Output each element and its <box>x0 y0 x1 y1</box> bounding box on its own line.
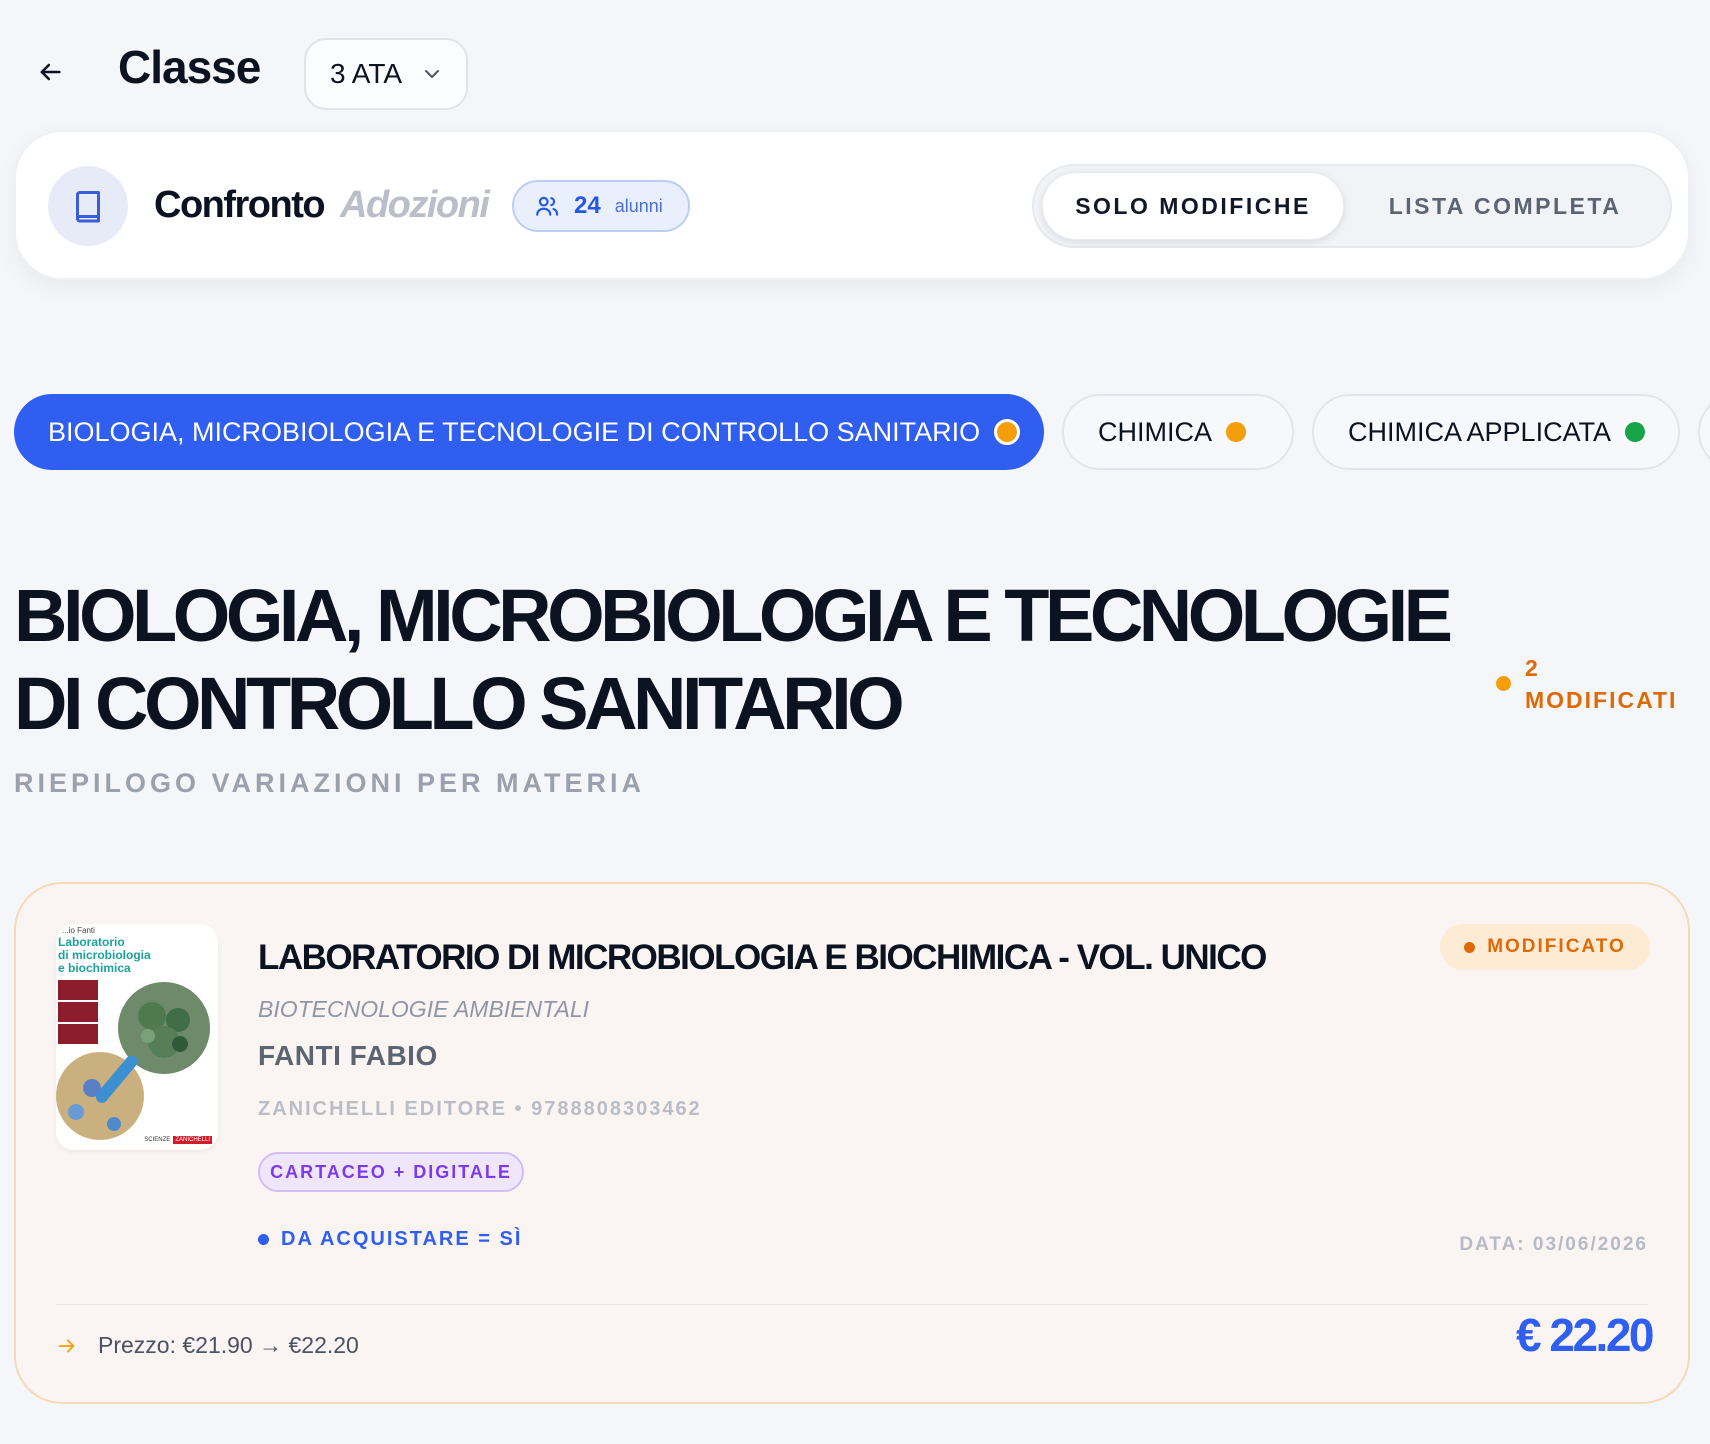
status-dot-icon <box>1226 422 1246 442</box>
back-arrow-icon <box>40 63 61 81</box>
book-badge <box>48 166 128 246</box>
cover-illustration <box>56 982 210 1140</box>
subject-tab-label: BIOLOGIA, MICROBIOLOGIA E TECNOLOGIE DI … <box>48 416 981 447</box>
toggle-lista-completa[interactable]: LISTA COMPLETA <box>1350 172 1660 240</box>
compare-title-accent: Adozioni <box>340 184 490 226</box>
compare-card: Confronto Adozioni 24 alunni SOLO MODIFI… <box>14 130 1690 280</box>
divider <box>56 1304 1648 1305</box>
status-badge: MODIFICATO <box>1440 924 1650 970</box>
students-count: 24 <box>574 192 601 219</box>
subject-tab-more[interactable] <box>1698 394 1710 470</box>
back-button[interactable] <box>30 52 70 92</box>
price-change-label: Prezzo: €21.90 → €22.20 <box>98 1332 359 1358</box>
class-select[interactable]: 3 ATA <box>304 38 468 110</box>
status-dot-icon <box>1625 422 1646 442</box>
subject-tab-biologia[interactable]: BIOLOGIA, MICROBIOLOGIA E TECNOLOGIE DI … <box>14 394 1044 470</box>
book-date: DATA: 03/06/2026 <box>1459 1234 1648 1255</box>
cover-publisher-mark: ZANICHELLI <box>173 1136 212 1144</box>
subject-tab-label: CHIMICA <box>1098 416 1212 447</box>
students-badge: 24 alunni <box>512 180 690 232</box>
subject-tab-chimica-applicata[interactable]: CHIMICA APPLICATA <box>1312 394 1680 470</box>
purchase-label: DA ACQUISTARE = SÌ <box>281 1228 523 1250</box>
view-toggle: SOLO MODIFICHE LISTA COMPLETA <box>1032 164 1672 248</box>
price-change: Prezzo: €21.90 → €22.20 <box>56 1332 359 1359</box>
status-dot-icon <box>994 419 1021 445</box>
status-dot-icon <box>1496 676 1511 691</box>
top-bar: Classe 3 ATA <box>0 0 1710 130</box>
book-cover: ...io Fanti Laboratorio di microbiologia… <box>56 924 218 1150</box>
compare-title: Confronto <box>154 184 326 226</box>
status-dot-icon <box>258 1234 269 1245</box>
subject-tabs: BIOLOGIA, MICROBIOLOGIA E TECNOLOGIE DI … <box>14 394 1710 470</box>
page-title: Classe <box>118 41 261 93</box>
subject-tab-label: CHIMICA APPLICATA <box>1348 416 1612 447</box>
subject-title: BIOLOGIA, MICROBIOLOGIA E TECNOLOGIE DI … <box>14 574 1453 745</box>
modified-count-label: MODIFICATI <box>1525 687 1678 713</box>
arrow-right-icon <box>58 1339 75 1352</box>
students-label: alunni <box>614 195 663 216</box>
class-select-value: 3 ATA <box>330 58 403 89</box>
toggle-solo-modifiche[interactable]: SOLO MODIFICHE <box>1042 172 1344 240</box>
modified-count-number: 2 <box>1525 655 1540 681</box>
subject-subtitle: RIEPILOGO VARIAZIONI PER MATERIA <box>14 768 646 798</box>
chevron-down-icon <box>425 70 440 78</box>
book-icon <box>76 191 100 223</box>
book-subtitle: BIOTECNOLOGIE AMBIENTALI <box>258 996 590 1022</box>
status-label: MODIFICATO <box>1487 936 1626 957</box>
users-icon <box>536 196 559 216</box>
modified-count: 2 MODIFICATI <box>1496 652 1677 716</box>
purchase-status: DA ACQUISTARE = SÌ <box>258 1228 522 1251</box>
status-dot-icon <box>1464 941 1476 953</box>
book-title: LABORATORIO DI MICROBIOLOGIA E BIOCHIMIC… <box>258 938 1267 977</box>
book-card[interactable]: ...io Fanti Laboratorio di microbiologia… <box>14 882 1690 1404</box>
book-author: FANTI FABIO <box>258 1040 438 1071</box>
book-price: € 22.20 <box>1516 1309 1654 1361</box>
subject-tab-chimica[interactable]: CHIMICA <box>1062 394 1294 470</box>
book-publisher-isbn: ZANICHELLI EDITORE • 9788808303462 <box>258 1098 702 1120</box>
format-badge: CARTACEO + DIGITALE <box>258 1152 524 1192</box>
cover-brand: SCIENZE <box>144 1137 171 1143</box>
